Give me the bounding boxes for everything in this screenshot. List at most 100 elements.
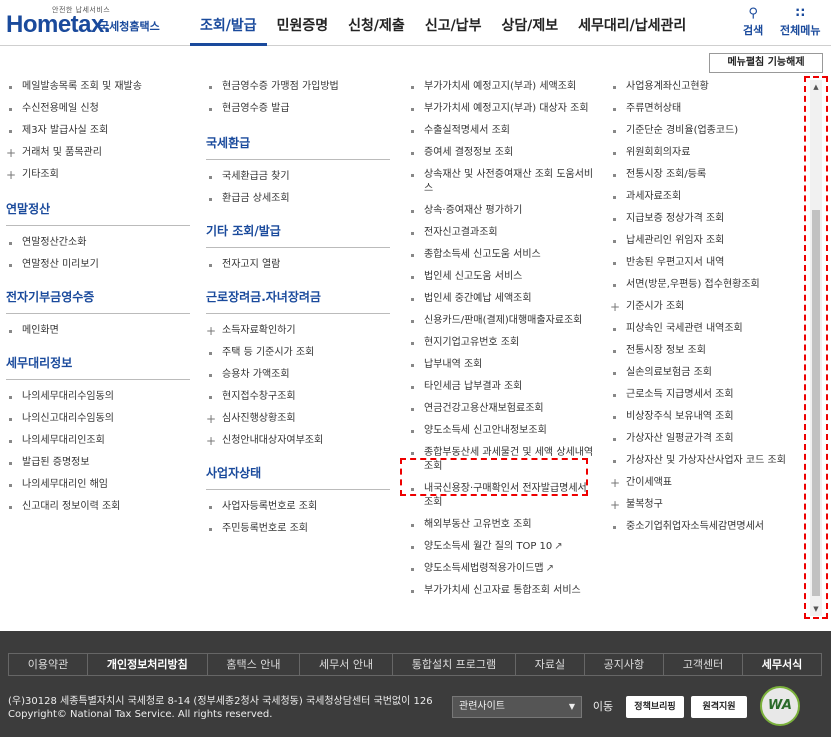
menu-link[interactable]: 수신전용메일 신청 xyxy=(6,102,190,116)
menu-link[interactable]: 나의세무대리인 해임 xyxy=(6,478,190,492)
menu-link[interactable]: 타인세금 납부결과 조회 xyxy=(408,380,598,394)
menu-link[interactable]: 실손의료보험금 조회 xyxy=(610,366,800,380)
menu-link-comprehensive-real-estate-tax[interactable]: 종합부동산세 과세물건 및 세액 상세내역 조회 xyxy=(408,446,598,474)
menu-link-expandable[interactable]: 불복청구 xyxy=(610,498,800,512)
menu-link[interactable]: 지급보증 정상가격 조회 xyxy=(610,212,800,226)
menu-link[interactable]: 서면(방문,우편등) 접수현황조회 xyxy=(610,278,800,292)
menu-link-expandable[interactable]: 기준시가 조회 xyxy=(610,300,800,314)
menu-link[interactable]: 연말정산간소화 xyxy=(6,236,190,250)
all-menu-button[interactable]: ∷ 전체메뉴 xyxy=(780,6,820,38)
menu-link-expandable[interactable]: 신청안내대상자여부조회 xyxy=(206,434,390,448)
menu-link[interactable]: 신용카드/판매(결제)대행매출자료조회 xyxy=(408,314,598,328)
menu-link[interactable]: 부가가치세 예정고지(부과) 세액조회 xyxy=(408,80,598,94)
menu-link-external[interactable]: 양도소득세법령적용가이드맵 xyxy=(408,562,598,576)
footer-link-library[interactable]: 자료실 xyxy=(516,654,585,675)
section-other-inquiry[interactable]: 기타 조회/발급 xyxy=(206,222,390,248)
menu-link-expandable[interactable]: 간이세액표 xyxy=(610,476,800,490)
menu-link[interactable]: 수출실적명세서 조회 xyxy=(408,124,598,138)
menu-link[interactable]: 제3자 발급사실 조회 xyxy=(6,124,190,138)
menu-link[interactable]: 비상장주식 보유내역 조회 xyxy=(610,410,800,424)
menu-link[interactable]: 상속재산 및 사전증여재산 조회 도움서비스 xyxy=(408,168,598,196)
menu-link[interactable]: 납부내역 조회 xyxy=(408,358,598,372)
menu-link[interactable]: 나의세무대리인조회 xyxy=(6,434,190,448)
menu-link[interactable]: 나의세무대리수임동의 xyxy=(6,390,190,404)
related-sites-select[interactable]: 관련사이트 ▼ xyxy=(452,696,582,718)
menu-link[interactable]: 해외부동산 고유번호 조회 xyxy=(408,518,598,532)
menu-link-expandable[interactable]: 거래처 및 품목관리 xyxy=(6,146,190,160)
menu-link[interactable]: 상속·증여재산 평가하기 xyxy=(408,204,598,218)
section-year-end-settlement[interactable]: 연말정산 xyxy=(6,200,190,226)
menu-link[interactable]: 국세환급금 찾기 xyxy=(206,170,390,184)
menu-link[interactable]: 반송된 우편고지서 내역 xyxy=(610,256,800,270)
menu-link[interactable]: 근로소득 지급명세서 조회 xyxy=(610,388,800,402)
menu-link[interactable]: 주택 등 기준시가 조회 xyxy=(206,346,390,360)
menu-link-external[interactable]: 양도소득세 월간 질의 TOP 10 xyxy=(408,540,598,554)
menu-link[interactable]: 현금영수증 가맹점 가입방법 xyxy=(206,80,390,94)
nav-report-pay[interactable]: 신고/납부 xyxy=(415,0,492,46)
section-tax-agent-info[interactable]: 세무대리정보 xyxy=(6,354,190,380)
menu-link[interactable]: 양도소득세 신고안내정보조회 xyxy=(408,424,598,438)
menu-link[interactable]: 납세관리인 위임자 조회 xyxy=(610,234,800,248)
policy-briefing-button[interactable]: 정책브리핑 xyxy=(626,696,684,718)
menu-link[interactable]: 환급금 상세조회 xyxy=(206,192,390,206)
menu-link[interactable]: 위원회회의자료 xyxy=(610,146,800,160)
footer-link-tax-forms[interactable]: 세무서식 xyxy=(743,654,821,675)
menu-link[interactable]: 연말정산 미리보기 xyxy=(6,258,190,272)
menu-link[interactable]: 전자신고결과조회 xyxy=(408,226,598,240)
section-e-donation-receipt[interactable]: 전자기부금영수증 xyxy=(6,288,190,314)
go-button[interactable]: 이동 xyxy=(587,696,619,718)
menu-link[interactable]: 주류면허상태 xyxy=(610,102,800,116)
menu-link[interactable]: 승용차 가액조회 xyxy=(206,368,390,382)
menu-link[interactable]: 전자고지 열람 xyxy=(206,258,390,272)
footer-link-terms[interactable]: 이용약관 xyxy=(9,654,89,675)
menu-link[interactable]: 기준단순 경비율(업종코드) xyxy=(610,124,800,138)
menu-link[interactable]: 가상자산 일평균가격 조회 xyxy=(610,432,800,446)
scroll-up-arrow-icon[interactable]: ▲ xyxy=(810,80,822,94)
hometax-logo[interactable]: 안전한 납세서비스 Hometax. 국세청홈택스 xyxy=(6,6,166,40)
nav-certificates[interactable]: 민원증명 xyxy=(267,0,339,46)
menu-link[interactable]: 사업자등록번호로 조회 xyxy=(206,500,390,514)
menu-link[interactable]: 사업용계좌신고현황 xyxy=(610,80,800,94)
scroll-thumb[interactable] xyxy=(812,210,820,596)
footer-link-tax-office-guide[interactable]: 세무서 안내 xyxy=(300,654,393,675)
menu-link[interactable]: 종합소득세 신고도움 서비스 xyxy=(408,248,598,262)
menu-link[interactable]: 전통시장 조회/등록 xyxy=(610,168,800,182)
search-button[interactable]: ⚲ 검색 xyxy=(743,6,763,38)
menu-link[interactable]: 법인세 신고도움 서비스 xyxy=(408,270,598,284)
close-menu-expand-button[interactable]: 메뉴펼침 기능해제 xyxy=(709,53,823,73)
menu-link[interactable]: 전통시장 정보 조회 xyxy=(610,344,800,358)
menu-link[interactable]: 메일발송목록 조회 및 재발송 xyxy=(6,80,190,94)
menu-link[interactable]: 현금영수증 발급 xyxy=(206,102,390,116)
menu-link[interactable]: 가상자산 및 가상자산사업자 코드 조회 xyxy=(610,454,800,468)
menu-link[interactable]: 주민등록번호로 조회 xyxy=(206,522,390,536)
menu-link[interactable]: 중소기업취업자소득세감면명세서 xyxy=(610,520,800,534)
section-tax-refund[interactable]: 국세환급 xyxy=(206,134,390,160)
nav-tax-agent[interactable]: 세무대리/납세관리 xyxy=(568,0,696,46)
menu-link-expandable[interactable]: 심사진행상황조회 xyxy=(206,412,390,426)
menu-link[interactable]: 신고대리 정보이력 조회 xyxy=(6,500,190,514)
menu-link[interactable]: 현지기업고유번호 조회 xyxy=(408,336,598,350)
menu-link[interactable]: 과세자료조회 xyxy=(610,190,800,204)
footer-link-notices[interactable]: 공지사항 xyxy=(585,654,664,675)
menu-link[interactable]: 현지접수창구조회 xyxy=(206,390,390,404)
nav-apply-submit[interactable]: 신청/제출 xyxy=(338,0,415,46)
menu-link-expandable[interactable]: 소득자료확인하기 xyxy=(206,324,390,338)
menu-link[interactable]: 발급된 증명정보 xyxy=(6,456,190,470)
section-business-status[interactable]: 사업자상태 xyxy=(206,464,390,490)
menu-link[interactable]: 부가가치세 예정고지(부과) 대상자 조회 xyxy=(408,102,598,116)
menu-link[interactable]: 메인화면 xyxy=(6,324,190,338)
menu-link[interactable]: 법인세 중간예납 세액조회 xyxy=(408,292,598,306)
nav-consult-report[interactable]: 상담/제보 xyxy=(491,0,568,46)
menu-scrollbar[interactable]: ▲ ▼ xyxy=(810,80,822,616)
footer-link-privacy[interactable]: 개인정보처리방침 xyxy=(88,654,208,675)
scroll-down-arrow-icon[interactable]: ▼ xyxy=(810,602,822,616)
remote-support-button[interactable]: 원격지원 xyxy=(691,696,747,718)
menu-link[interactable]: 부가가치세 신고자료 통합조회 서비스 xyxy=(408,584,598,598)
section-eitc[interactable]: 근로장려금.자녀장려금 xyxy=(206,288,390,314)
footer-link-hometax-guide[interactable]: 홈택스 안내 xyxy=(208,654,301,675)
menu-link[interactable]: 내국신용장·구매확인서 전자발급명세서 조회 xyxy=(408,482,598,510)
menu-link[interactable]: 연금건강고용산재보험료조회 xyxy=(408,402,598,416)
nav-inquiry-issuance[interactable]: 조회/발급 xyxy=(190,0,267,46)
menu-link[interactable]: 피상속인 국세관련 내역조회 xyxy=(610,322,800,336)
menu-link[interactable]: 증여세 결정정보 조회 xyxy=(408,146,598,160)
